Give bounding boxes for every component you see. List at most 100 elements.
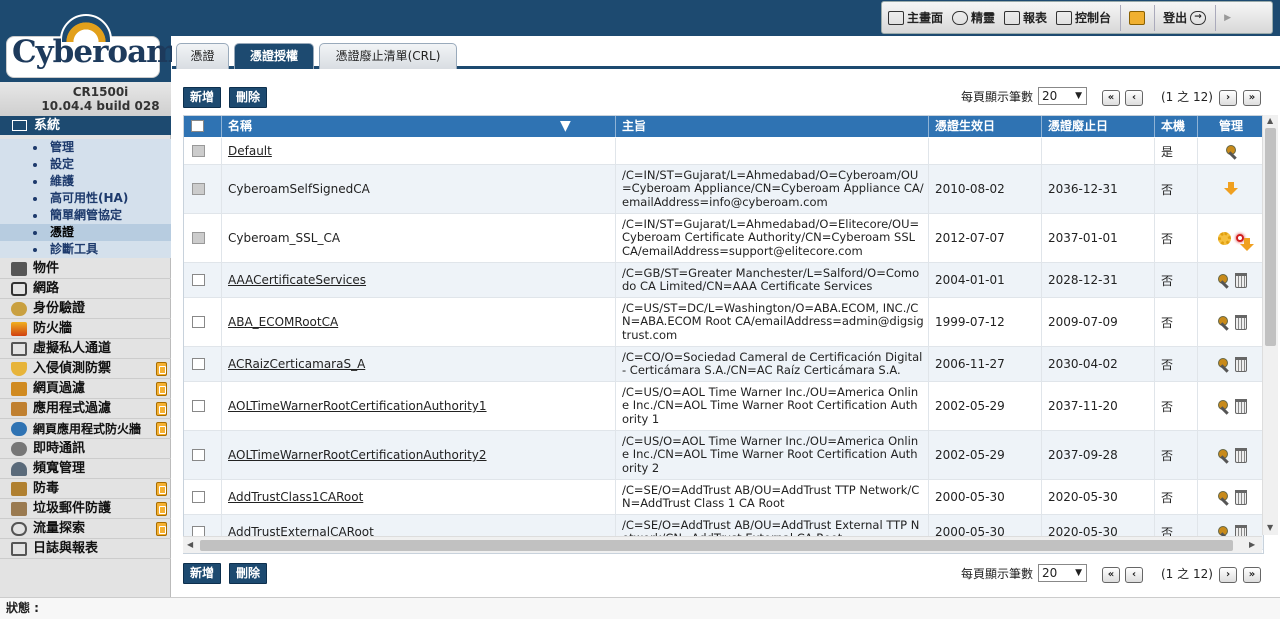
delete-button-bottom[interactable]: 刪除 (229, 563, 268, 584)
horizontal-scroll-thumb[interactable] (200, 540, 1233, 551)
delete-trash-icon[interactable] (1234, 489, 1247, 505)
edit-wrench-icon[interactable] (1216, 273, 1230, 287)
nav-vpn[interactable]: 虛擬私人通道 (0, 339, 171, 359)
nav-antivirus[interactable]: 防毒 (0, 479, 171, 499)
row-checkbox[interactable] (192, 358, 205, 370)
logout-button[interactable]: 登出 → (1163, 9, 1207, 26)
last-page-button-bottom[interactable]: » (1243, 567, 1261, 583)
edit-wrench-icon[interactable] (1216, 490, 1230, 504)
report-button[interactable]: 報表 (1004, 9, 1047, 26)
row-checkbox[interactable] (192, 400, 205, 412)
subject-cell (616, 138, 929, 164)
filter-icon[interactable]: ▼ (560, 116, 571, 136)
delete-trash-icon[interactable] (1234, 314, 1247, 330)
valid-to-cell: 2036-12-31 (1042, 165, 1155, 213)
home-button[interactable]: 主畫面 (888, 9, 943, 26)
add-button[interactable]: 新增 (183, 87, 222, 108)
main-content: 憑證 憑證授權 憑證廢止清單(CRL) 新增 刪除 每頁顯示筆數 20 « ‹ … (172, 36, 1280, 597)
nav-traffic-discovery[interactable]: 流量探索 (0, 519, 171, 539)
scroll-left-icon[interactable]: ◀ (187, 540, 193, 549)
select-all-checkbox[interactable] (191, 120, 204, 132)
tab-strip: 憑證 憑證授權 憑證廢止清單(CRL) (172, 36, 1280, 69)
nav-authentication[interactable]: 身份驗證 (0, 299, 171, 319)
delete-trash-icon[interactable] (1234, 272, 1247, 288)
scroll-right-icon[interactable]: ▶ (1249, 540, 1255, 549)
per-page-select[interactable]: 20 (1038, 87, 1087, 105)
sub-item-maintenance[interactable]: 維護 (0, 173, 171, 190)
nav-bandwidth[interactable]: 頻寬管理 (0, 459, 171, 479)
lock-button[interactable] (1129, 10, 1146, 25)
next-page-button[interactable]: › (1219, 90, 1237, 106)
next-page-button-bottom[interactable]: › (1219, 567, 1237, 583)
select-cell (184, 431, 222, 479)
device-info: CR1500i 10.04.4 build 028 (0, 82, 171, 116)
ca-name-link[interactable]: ABA_ECOMRootCA (228, 315, 338, 329)
edit-wrench-icon[interactable] (1216, 315, 1230, 329)
first-page-button-bottom[interactable]: « (1102, 567, 1120, 583)
download-button-highlighted[interactable] (1236, 234, 1244, 242)
manage-cell (1198, 263, 1263, 297)
prev-page-button[interactable]: ‹ (1125, 90, 1143, 106)
per-page-select-bottom[interactable]: 20 (1038, 564, 1087, 582)
vertical-scrollbar[interactable]: ▲ ▼ (1262, 115, 1278, 535)
row-checkbox[interactable] (192, 491, 205, 503)
nav-web-filter[interactable]: 網頁過濾 (0, 379, 171, 399)
tab-certificates[interactable]: 憑證 (176, 43, 229, 69)
prev-page-button-bottom[interactable]: ‹ (1125, 567, 1143, 583)
row-checkbox[interactable] (192, 274, 205, 286)
row-checkbox[interactable] (192, 316, 205, 328)
horizontal-scrollbar[interactable]: ◀ ▶ (183, 536, 1262, 553)
local-cell: 否 (1155, 382, 1198, 430)
last-page-button[interactable]: » (1243, 90, 1261, 106)
edit-wrench-icon[interactable] (1224, 144, 1238, 158)
gear-icon[interactable] (1218, 231, 1231, 245)
tab-crl[interactable]: 憑證廢止清單(CRL) (319, 43, 457, 69)
delete-trash-icon[interactable] (1234, 398, 1247, 414)
license-icon (156, 362, 167, 376)
ca-name-link[interactable]: AAACertificateServices (228, 273, 366, 287)
sidebar: Cyberoam CR1500i 10.04.4 build 028 系統 管理… (0, 0, 179, 597)
add-button-bottom[interactable]: 新增 (183, 563, 222, 584)
sub-item-settings[interactable]: 設定 (0, 156, 171, 173)
sub-item-ha[interactable]: 高可用性(HA) (0, 190, 171, 207)
ca-name-link[interactable]: Default (228, 144, 272, 158)
download-icon[interactable] (1224, 182, 1238, 196)
row-checkbox[interactable] (192, 449, 205, 461)
tab-certificate-authority[interactable]: 憑證授權 (234, 43, 314, 69)
first-page-button[interactable]: « (1102, 90, 1120, 106)
edit-wrench-icon[interactable] (1216, 357, 1230, 371)
delete-button[interactable]: 刪除 (229, 87, 268, 108)
manage-cell (1198, 431, 1263, 479)
delete-trash-icon[interactable] (1234, 356, 1247, 372)
sub-item-diagnostics[interactable]: 診斷工具 (0, 241, 171, 258)
wizard-button[interactable]: 精靈 (952, 9, 995, 26)
console-button[interactable]: 控制台 (1056, 9, 1111, 26)
toolbar-expand-icon[interactable]: ▶ (1224, 13, 1231, 23)
firewall-icon (11, 322, 27, 336)
scroll-down-icon[interactable]: ▼ (1267, 523, 1273, 532)
nav-system[interactable]: 系統 (0, 116, 171, 135)
name-cell: ABA_ECOMRootCA (222, 298, 616, 346)
nav-antispam[interactable]: 垃圾郵件防護 (0, 499, 171, 519)
ca-name-link[interactable]: AOLTimeWarnerRootCertificationAuthority1 (228, 399, 487, 413)
edit-wrench-icon[interactable] (1216, 399, 1230, 413)
delete-trash-icon[interactable] (1234, 447, 1247, 463)
nav-logs-reports[interactable]: 日誌與報表 (0, 539, 171, 559)
edit-wrench-icon[interactable] (1216, 448, 1230, 462)
scroll-up-icon[interactable]: ▲ (1267, 116, 1273, 125)
ca-name-link[interactable]: AddTrustClass1CARoot (228, 490, 363, 504)
nav-network[interactable]: 網路 (0, 279, 171, 299)
valid-from-cell: 2004-01-01 (929, 263, 1042, 297)
sub-item-certificate[interactable]: 憑證 (0, 224, 171, 241)
nav-objects[interactable]: 物件 (0, 259, 171, 279)
nav-ips[interactable]: 入侵偵測防禦 (0, 359, 171, 379)
nav-firewall[interactable]: 防火牆 (0, 319, 171, 339)
vertical-scroll-thumb[interactable] (1265, 128, 1276, 346)
nav-im[interactable]: 即時通訊 (0, 439, 171, 459)
nav-waf[interactable]: 網頁應用程式防火牆 (0, 419, 171, 439)
sub-item-admin[interactable]: 管理 (0, 139, 171, 156)
ca-name-link[interactable]: AOLTimeWarnerRootCertificationAuthority2 (228, 448, 487, 462)
sub-item-snmp[interactable]: 簡單網管協定 (0, 207, 171, 224)
nav-app-filter[interactable]: 應用程式過濾 (0, 399, 171, 419)
ca-name-link[interactable]: ACRaizCerticamaraS_A (228, 357, 365, 371)
